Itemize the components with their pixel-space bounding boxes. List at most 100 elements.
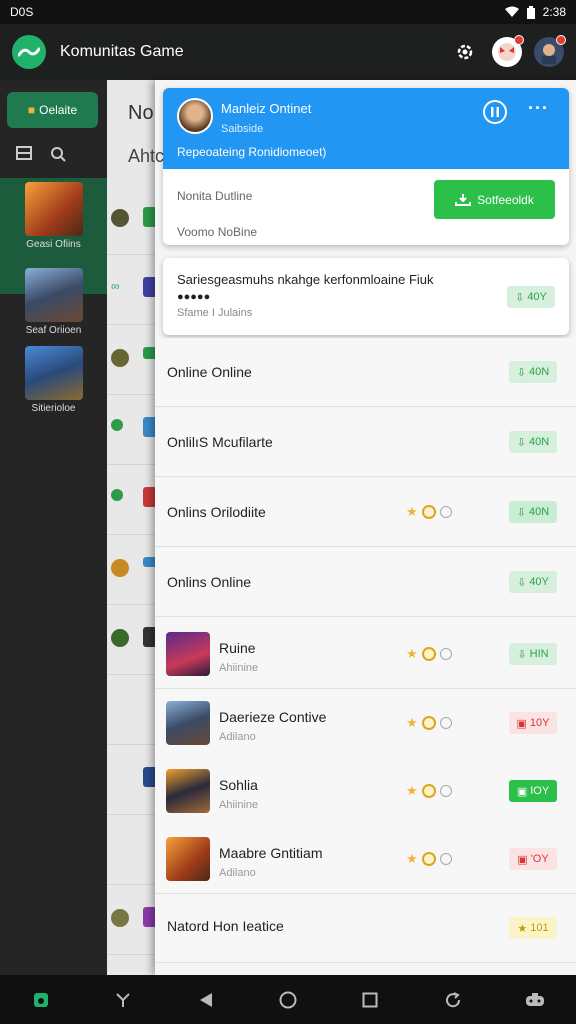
list-item[interactable]: Natord Hon Ieatice ★ 101 — [155, 894, 576, 963]
announcement-card[interactable]: Sariesgeasmuhs nkahge kerfonmloaine Fiuk… — [163, 258, 569, 335]
sidebar-button-label: Oelaite — [39, 103, 78, 117]
badge-icon — [439, 717, 452, 729]
gamepad-icon[interactable] — [520, 985, 550, 1015]
wifi-icon — [504, 6, 519, 17]
status-bar: D0S 2:38 — [0, 0, 576, 24]
primary-action-button[interactable]: Sotfeeoldk — [434, 180, 555, 219]
game-thumbnail-2 — [24, 268, 83, 322]
app-logo-icon[interactable] — [12, 35, 46, 69]
list-item[interactable]: Online Online ⇩ 40N — [155, 338, 576, 407]
settings-icon[interactable] — [450, 37, 480, 67]
badge-icon — [439, 853, 452, 865]
game-thumbnail — [166, 701, 210, 745]
recents-icon[interactable] — [355, 985, 385, 1015]
download-icon: ⇩ — [516, 366, 527, 379]
star-icon: ★ — [406, 504, 418, 519]
row-action-button[interactable]: ⇩ 40Y — [509, 571, 557, 593]
row-title: Ruine — [219, 640, 256, 656]
download-icon: ⇩ — [516, 436, 527, 449]
row-title: Daerieze Contive — [219, 709, 327, 725]
list-item[interactable]: Daerieze Contive Adilano ★ ▣ 10Y — [155, 689, 576, 758]
sidebar: ■ Oelaite Geasi Ofiins Seaf Oriioen Siti… — [0, 80, 107, 975]
row-title: OnlilıS Mcufilarte — [167, 434, 273, 450]
sidebar-tools — [16, 146, 66, 162]
row-title: Onlins Orilodiite — [167, 504, 266, 520]
list-item — [107, 465, 155, 535]
row-action-button[interactable]: ⇩ 40N — [509, 501, 557, 523]
download-icon: ⇩ — [515, 291, 525, 304]
app-header: Komunitas Game — [0, 24, 576, 80]
pause-icon[interactable] — [483, 100, 507, 124]
profile-line-1: Nonita Dutline — [177, 189, 253, 203]
list-item[interactable]: Maabre Gntitiam Adilano ★ ▣ 'OY — [155, 825, 576, 894]
row-action-button[interactable]: ⇩ 40N — [509, 361, 557, 383]
list-item — [107, 745, 155, 815]
star-icon: ★ — [517, 922, 528, 935]
row-rating: ★ — [406, 783, 452, 799]
user-avatar[interactable] — [534, 35, 566, 67]
profile-status: Repeoateing Ronidiomeoet) — [177, 145, 327, 159]
back-icon[interactable] — [191, 985, 221, 1015]
status-time: 2:38 — [542, 5, 566, 19]
refresh-icon[interactable] — [438, 985, 468, 1015]
home-app-icon[interactable] — [26, 985, 56, 1015]
community-panel: Manleiz Ontinet Saibside Repeoateing Ron… — [155, 80, 576, 975]
row-rating: ★ — [406, 851, 452, 867]
search-icon[interactable] — [50, 146, 66, 162]
notification-badge — [514, 35, 524, 45]
gesture-icon[interactable] — [108, 985, 138, 1015]
home-icon[interactable] — [273, 985, 303, 1015]
more-icon[interactable]: ··· — [528, 99, 549, 117]
game-thumbnail — [166, 632, 210, 676]
notification-avatar[interactable] — [492, 35, 524, 67]
download-icon: ⇩ — [517, 648, 527, 661]
row-subtitle: Ahiinine — [219, 799, 259, 811]
sidebar-game-3[interactable]: Sitierioloe — [0, 342, 107, 420]
sidebar-game-label: Geasi Ofiins — [26, 239, 81, 250]
row-action-button[interactable]: ⇩ HIN — [509, 643, 557, 665]
profile-subtitle: Saibside — [221, 123, 264, 135]
announcement-action[interactable]: ⇩ 40Y — [507, 286, 555, 308]
coin-icon — [421, 852, 436, 866]
list-item[interactable]: Ruine Ahiinine ★ ⇩ HIN — [155, 620, 576, 689]
row-action-button[interactable]: ▣ 'OY — [509, 848, 557, 870]
row-title: Natord Hon Ieatice — [167, 918, 284, 934]
badge-icon — [439, 648, 452, 660]
gift-icon: ▣ — [516, 785, 528, 798]
coin-icon — [421, 784, 436, 798]
profile-name: Manleiz Ontinet — [221, 101, 312, 116]
list-item[interactable]: Onlins Orilodiite ★ ⇩ 40N — [155, 478, 576, 547]
list-item — [107, 325, 155, 395]
gift-icon: ■ — [27, 103, 36, 117]
navigation-bar — [0, 975, 576, 1024]
row-action-button[interactable]: ★ 101 — [509, 917, 557, 939]
coin-icon — [421, 716, 436, 730]
grid-icon[interactable] — [16, 146, 32, 160]
gift-icon: ▣ — [516, 717, 527, 730]
row-action-button[interactable]: ▣ IOY — [509, 780, 557, 802]
sidebar-game-label: Seaf Oriioen — [25, 325, 82, 336]
status-left: D0S — [10, 5, 34, 19]
profile-card: Manleiz Ontinet Saibside Repeoateing Ron… — [163, 88, 569, 245]
sidebar-game-label: Sitierioloe — [31, 403, 76, 414]
announcement-subtitle: Sfame I Julains — [177, 307, 253, 319]
list-item[interactable]: OnlilıS Mcufilarte ⇩ 40N — [155, 408, 576, 477]
sidebar-game-2[interactable]: Seaf Oriioen — [0, 264, 107, 342]
list-item — [107, 185, 155, 255]
app-root: D0S 2:38 Komunitas Game ■ Oelaite Geasi … — [0, 0, 576, 1024]
list-item[interactable]: Sohlia Ahiinine ★ ▣ IOY — [155, 757, 576, 826]
star-icon: ★ — [406, 783, 418, 798]
row-title: Sohlia — [219, 777, 258, 793]
download-icon: ⇩ — [517, 576, 527, 589]
list-item — [107, 885, 155, 955]
sidebar-action-button[interactable]: ■ Oelaite — [7, 92, 98, 128]
battery-icon — [526, 5, 535, 19]
profile-avatar[interactable] — [177, 98, 213, 134]
list-item — [107, 675, 155, 745]
announcement-title: Sariesgeasmuhs nkahge kerfonmloaine Fiuk… — [177, 272, 434, 303]
emoji-icons: ●●●●● — [177, 291, 211, 303]
list-item[interactable]: Onlins Online ⇩ 40Y — [155, 548, 576, 617]
row-action-button[interactable]: ⇩ 40N — [509, 431, 557, 453]
row-action-button[interactable]: ▣ 10Y — [509, 712, 557, 734]
list-item — [107, 815, 155, 885]
